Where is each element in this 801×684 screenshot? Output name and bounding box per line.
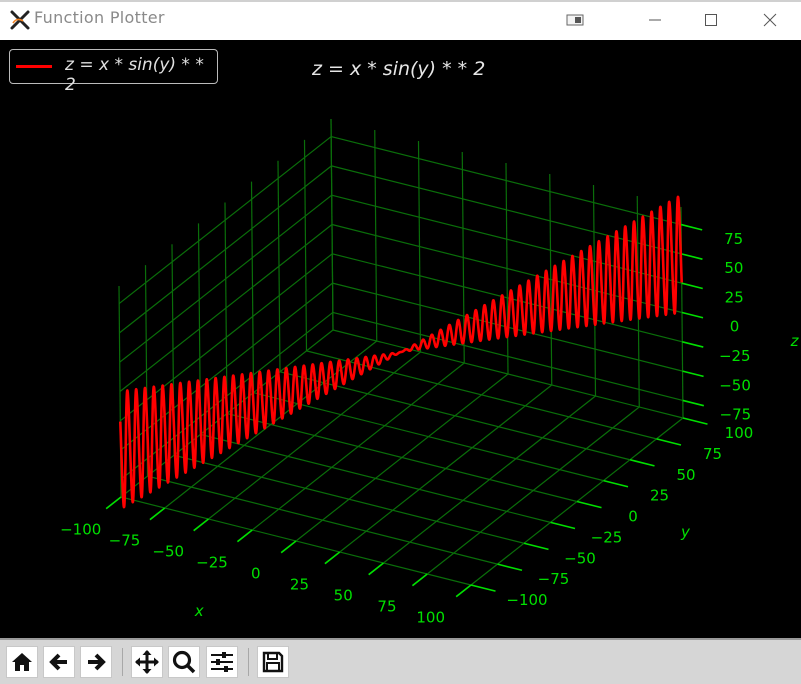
y-tick-label: 25 (650, 487, 669, 505)
x-tick-label: 75 (377, 598, 396, 616)
legend-label: z = x * sin(y) * * 2 (65, 55, 204, 95)
home-icon (12, 653, 32, 671)
z-tick-mark (681, 282, 703, 290)
y-tick-label: −25 (591, 528, 623, 546)
floor-grid-line-y (253, 392, 604, 482)
toolbar-separator (122, 648, 123, 676)
x-tick-mark (105, 496, 122, 510)
z-tick-label: −75 (720, 406, 752, 424)
plot-canvas[interactable]: −100 −75 −50 −25 0 25 50 75 100 −100 −75 −50 −25 0 25 5… (0, 40, 801, 638)
x-tick-label: −25 (196, 554, 228, 572)
back-button[interactable] (43, 646, 75, 678)
y-tick-label: −100 (506, 591, 547, 609)
x-tick-label: 50 (334, 587, 353, 605)
maximize-icon (705, 14, 717, 26)
forward-button[interactable] (80, 646, 112, 678)
chart-title: z = x * sin(y) * * 2 (312, 58, 486, 80)
magnifier-icon (172, 650, 196, 674)
toolbar-separator (248, 648, 249, 676)
z-tick-label: −25 (719, 347, 751, 365)
y-tick-mark (550, 521, 576, 530)
x-tick-label: 25 (290, 576, 309, 594)
legend-line-swatch (16, 65, 52, 68)
arrow-right-icon (88, 653, 106, 671)
series-line (118, 195, 684, 509)
x-logo-icon (10, 10, 30, 30)
z-tick-mark (682, 399, 705, 407)
x-tick-label: 0 (251, 565, 261, 583)
floppy-disk-icon (262, 651, 284, 673)
x-axis-label: x (194, 602, 204, 620)
z-tick-label: 50 (724, 259, 743, 277)
x-tick-mark (368, 562, 384, 576)
close-button[interactable] (755, 8, 785, 32)
title-bar: Function Plotter (0, 0, 801, 40)
z-tick-label: 0 (730, 318, 740, 336)
z-tick-label: 25 (725, 288, 744, 306)
3d-axes[interactable]: −100−75−50−250255075100−100−75−50−250255… (0, 40, 801, 638)
x-tick-mark (455, 584, 472, 598)
window-snap-icon (566, 14, 584, 26)
x-tick-label: −100 (60, 521, 101, 539)
z-tick-label: −50 (719, 376, 751, 394)
save-button[interactable] (257, 646, 289, 678)
configure-subplots-button[interactable] (206, 646, 238, 678)
home-button[interactable] (6, 646, 38, 678)
y-tick-mark (523, 542, 549, 551)
x-tick-mark (324, 551, 341, 565)
y-tick-mark (629, 458, 655, 467)
arrow-left-icon (49, 653, 67, 671)
x-tick-label: 100 (416, 609, 445, 627)
y-tick-label: −50 (564, 549, 596, 567)
minimize-icon (649, 19, 661, 21)
minimize-button[interactable] (640, 8, 670, 32)
z-tick-mark (681, 253, 703, 260)
move-icon (135, 650, 159, 674)
y-axis-label: y (680, 523, 691, 541)
series-layer (118, 195, 684, 509)
window-snap-button[interactable] (560, 8, 590, 32)
floor-grid-line-y (200, 433, 551, 523)
y-tick-label: 50 (676, 466, 695, 484)
window-title: Function Plotter (34, 8, 165, 27)
y-tick-mark (470, 584, 496, 592)
y-tick-label: 100 (725, 424, 754, 442)
z-tick-mark (681, 311, 704, 319)
y-tick-mark (497, 563, 523, 572)
z-tick-mark (682, 370, 704, 378)
x-tick-label: −50 (152, 543, 184, 561)
zoom-button[interactable] (168, 646, 200, 678)
y-tick-mark (603, 479, 629, 488)
floor-grid-line-y (147, 475, 498, 565)
pan-button[interactable] (131, 646, 163, 678)
navigation-toolbar (0, 638, 801, 684)
z-tick-mark (682, 341, 704, 348)
floor-grid-line-y (279, 371, 631, 461)
title-bar-top-strip (0, 0, 801, 2)
close-icon (763, 13, 777, 27)
z-axis-label: z (790, 332, 800, 350)
legend: z = x * sin(y) * * 2 (9, 49, 218, 95)
z-tick-mark (680, 223, 703, 231)
floor-grid-line-y (173, 454, 525, 544)
y-tick-label: 0 (628, 508, 638, 526)
z-tick-label: 75 (724, 230, 743, 248)
x-tick-label: −75 (109, 532, 141, 550)
floor-grid-line-y (226, 412, 578, 503)
y-tick-label: 75 (703, 445, 722, 463)
x-tick-mark (411, 573, 428, 587)
x-tick-mark (149, 507, 166, 521)
y-tick-mark (656, 438, 682, 446)
y-tick-mark (682, 417, 708, 425)
sliders-icon (211, 652, 233, 672)
y-tick-label: −75 (538, 570, 570, 588)
x-tick-mark (236, 529, 253, 543)
x-tick-mark (280, 540, 297, 554)
y-tick-mark (576, 500, 602, 509)
maximize-button[interactable] (696, 8, 726, 32)
x-tick-mark (193, 518, 209, 532)
